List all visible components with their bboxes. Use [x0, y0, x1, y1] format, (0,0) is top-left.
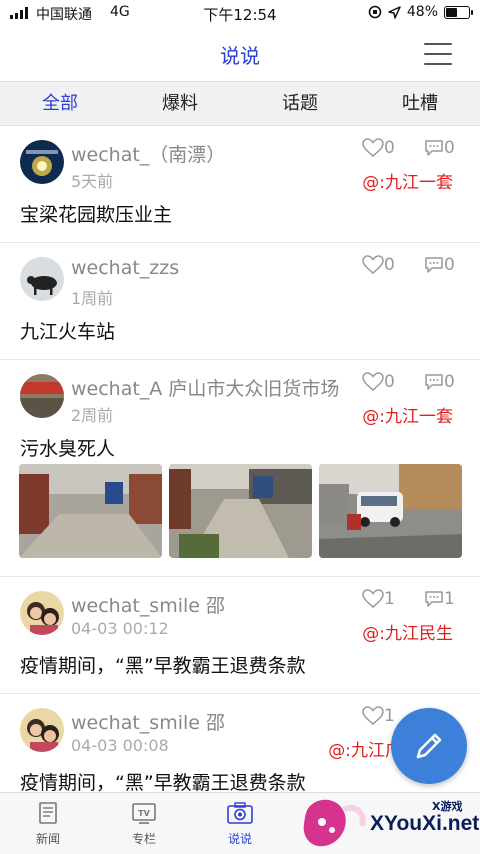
- status-bar: 中国联通 4G 下午12:54 48%: [0, 0, 480, 26]
- like-button[interactable]: 1: [362, 706, 395, 726]
- post-content[interactable]: 疫情期间，“黑”早教霸王退费条款: [20, 768, 306, 792]
- like-button[interactable]: 0: [362, 138, 395, 158]
- compose-post-button[interactable]: [391, 708, 467, 784]
- heart-icon: [362, 372, 384, 391]
- heart-icon: [362, 589, 384, 608]
- heart-icon: [362, 255, 384, 274]
- like-count: 1: [384, 706, 395, 726]
- post-images: [19, 464, 462, 558]
- like-button[interactable]: 1: [362, 589, 395, 609]
- post-time: 5天前: [71, 172, 114, 191]
- comment-icon: [425, 140, 443, 156]
- post-time: 1周前: [71, 289, 114, 308]
- comment-icon: [425, 257, 443, 273]
- avatar[interactable]: [20, 140, 64, 184]
- post-content[interactable]: 疫情期间，“黑”早教霸王退费条款: [20, 651, 306, 678]
- post-time: 2周前: [71, 406, 114, 425]
- tab-topics[interactable]: 话题: [240, 82, 360, 125]
- bottom-tab-label: 新闻: [35, 832, 60, 846]
- post-item[interactable]: wechat_smile 邵 04-03 00:12 1 1 @:九江民生 疫情…: [0, 577, 480, 694]
- news-icon: [39, 802, 57, 824]
- camera-icon: [227, 802, 253, 824]
- channel-tag[interactable]: @:九江一套: [362, 402, 453, 427]
- hamburger-menu-icon[interactable]: [424, 43, 452, 65]
- username[interactable]: wechat_（南漂）: [71, 140, 225, 167]
- tab-all[interactable]: 全部: [0, 82, 120, 125]
- username[interactable]: wechat_smile 邵: [71, 708, 225, 735]
- bottom-tab-label: 专栏: [131, 832, 156, 846]
- site-watermark: X游戏 XYouXi.net: [300, 792, 480, 854]
- bottom-tab-label: 说说: [227, 832, 252, 846]
- comment-count: 0: [444, 138, 455, 158]
- watermark-site: XYouXi.net: [370, 812, 480, 835]
- comment-count: 1: [444, 589, 455, 609]
- post-photo[interactable]: [319, 464, 462, 558]
- avatar[interactable]: [20, 708, 64, 752]
- post-time: 04-03 00:12: [71, 619, 169, 638]
- pencil-icon: [416, 733, 442, 759]
- avatar[interactable]: [20, 257, 64, 301]
- comment-button[interactable]: 0: [424, 138, 455, 158]
- comment-count: 0: [444, 372, 455, 392]
- svg-text:TV: TV: [138, 809, 150, 818]
- tab-breaking[interactable]: 爆料: [120, 82, 240, 125]
- avatar[interactable]: [20, 374, 64, 418]
- orientation-lock-icon: [368, 5, 382, 19]
- like-count: 0: [384, 372, 395, 392]
- username[interactable]: wechat_smile 邵: [71, 591, 225, 618]
- like-count: 1: [384, 589, 395, 609]
- gamepad-logo-icon: [303, 799, 366, 847]
- post-photo[interactable]: [19, 464, 162, 558]
- comment-icon: [425, 374, 443, 390]
- username[interactable]: wechat_zzs: [71, 257, 179, 279]
- location-arrow-icon: [388, 5, 401, 19]
- post-feed[interactable]: wechat_（南漂） 5天前 0 0 @:九江一套 宝梁花园欺压业主 wech…: [0, 126, 480, 792]
- channel-tag[interactable]: @:九江一套: [362, 168, 453, 193]
- comment-button[interactable]: 0: [424, 372, 455, 392]
- navigation-bar: 说说: [0, 26, 480, 82]
- post-item[interactable]: wechat_A 庐山市大众旧货市场 2周前 0 0 @:九江一套 污水臭死人: [0, 360, 480, 577]
- username[interactable]: wechat_A 庐山市大众旧货市场: [71, 374, 339, 401]
- page-title: 说说: [220, 44, 260, 68]
- like-count: 0: [384, 138, 395, 158]
- battery-icon: [444, 5, 473, 19]
- bottom-tab-shuoshuo[interactable]: 说说: [192, 793, 288, 854]
- heart-icon: [362, 706, 384, 725]
- post-content[interactable]: 污水臭死人: [20, 434, 115, 461]
- channel-tag[interactable]: @:九江民生: [362, 619, 453, 644]
- post-time: 04-03 00:08: [71, 736, 169, 755]
- bottom-tab-columns[interactable]: TV 专栏: [96, 793, 192, 854]
- post-content[interactable]: 九江火车站: [20, 317, 115, 344]
- comment-count: 0: [444, 255, 455, 275]
- battery-percent: 48%: [406, 4, 438, 20]
- post-photo[interactable]: [169, 464, 312, 558]
- like-button[interactable]: 0: [362, 255, 395, 275]
- comment-button[interactable]: 1: [424, 589, 455, 609]
- comment-button[interactable]: 0: [424, 255, 455, 275]
- comment-icon: [425, 591, 443, 607]
- post-item[interactable]: wechat_zzs 1周前 0 0 九江火车站: [0, 243, 480, 360]
- like-button[interactable]: 0: [362, 372, 395, 392]
- tv-icon: TV: [132, 803, 156, 824]
- tab-complaints[interactable]: 吐槽: [360, 82, 480, 125]
- heart-icon: [362, 138, 384, 157]
- post-item[interactable]: wechat_（南漂） 5天前 0 0 @:九江一套 宝梁花园欺压业主: [0, 126, 480, 243]
- bottom-tab-news[interactable]: 新闻: [0, 793, 96, 854]
- avatar[interactable]: [20, 591, 64, 635]
- like-count: 0: [384, 255, 395, 275]
- category-tabs: 全部 爆料 话题 吐槽: [0, 82, 480, 126]
- post-content[interactable]: 宝梁花园欺压业主: [20, 200, 172, 227]
